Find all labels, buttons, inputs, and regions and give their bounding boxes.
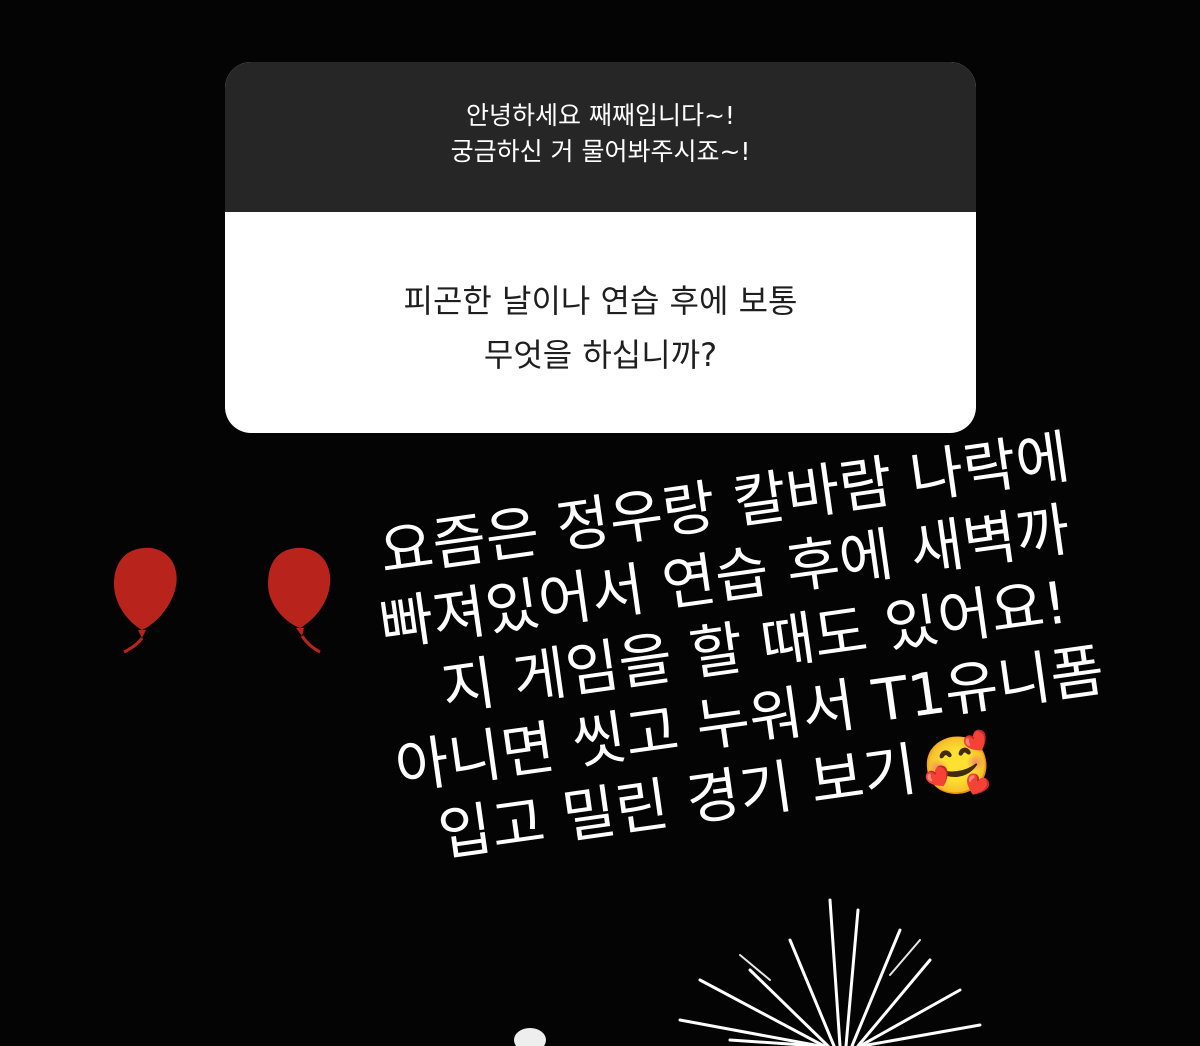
reply-text: 요즘은 정우랑 칼바람 나락에 빠져있어서 연습 후에 새벽까 지 게임을 할 … <box>269 411 1181 892</box>
question-line-2: 무엇을 하십니까? <box>483 336 718 374</box>
asked-question: 피곤한 날이나 연습 후에 보통 무엇을 하십니까? <box>225 274 976 382</box>
question-prompt-header: 안녕하세요 째째입니다~! 궁금하신 거 물어봐주시죠~! <box>225 62 976 212</box>
story-canvas: 안녕하세요 째째입니다~! 궁금하신 거 물어봐주시죠~! 피곤한 날이나 연습… <box>0 0 1200 1046</box>
sparkle-icon <box>514 1028 546 1046</box>
prompt-line-1: 안녕하세요 째째입니다~! <box>466 101 735 130</box>
question-sticker: 안녕하세요 째째입니다~! 궁금하신 거 물어봐주시죠~! 피곤한 날이나 연습… <box>225 62 976 433</box>
question-prompt: 안녕하세요 째째입니다~! 궁금하신 거 물어봐주시죠~! <box>225 98 976 170</box>
smiling-hearts-emoji-icon: 🥰 <box>918 729 997 804</box>
firework-icon <box>678 898 982 1046</box>
question-body: 피곤한 날이나 연습 후에 보통 무엇을 하십니까? <box>225 212 976 433</box>
balloon-icon <box>114 547 177 654</box>
prompt-line-2: 궁금하신 거 물어봐주시죠~! <box>450 137 751 166</box>
question-line-1: 피곤한 날이나 연습 후에 보통 <box>403 282 798 320</box>
